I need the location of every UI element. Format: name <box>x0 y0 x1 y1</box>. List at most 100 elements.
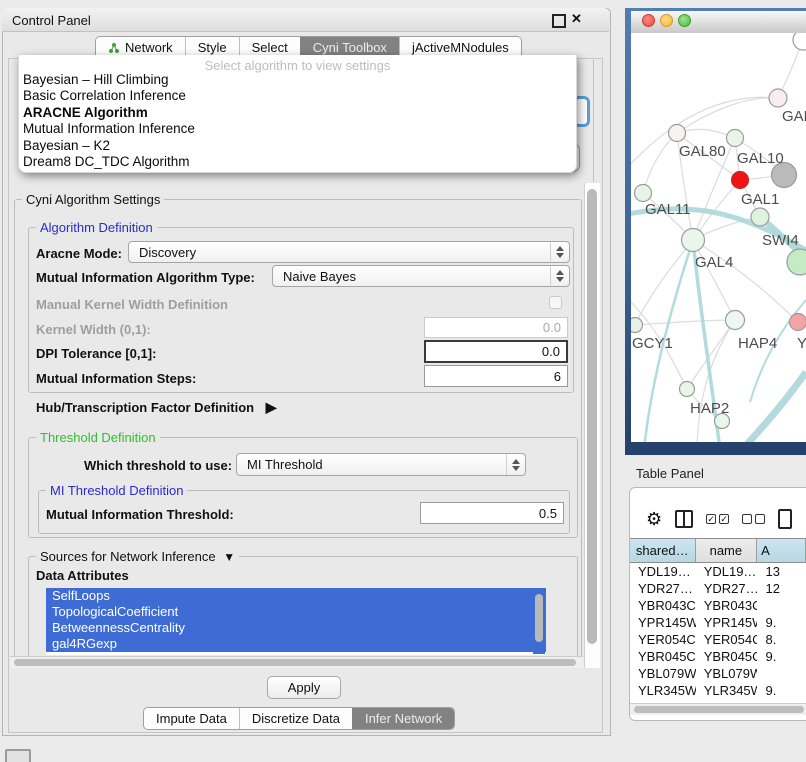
algorithm-dropdown-popup: Select algorithm to view settings Bayesi… <box>18 55 577 173</box>
attribute-list-item[interactable]: SelfLoops <box>46 588 546 604</box>
show-columns-icon[interactable]: ✓✓ <box>706 514 729 524</box>
table-column-header[interactable]: A <box>757 538 806 563</box>
table-row[interactable]: YDL19…YDL19…13 <box>630 563 806 580</box>
table-cell: YLR345W <box>696 683 758 698</box>
network-canvas[interactable]: GALGAL80GAL10GAL11GAL1GAL4SWI4GCY1HAP4YH… <box>631 33 806 442</box>
network-node[interactable] <box>751 208 769 226</box>
combo-stepper-icon <box>550 242 569 262</box>
network-node[interactable] <box>727 130 744 147</box>
dpi-tolerance-label: DPI Tolerance [0,1]: <box>36 346 156 361</box>
table-column-header[interactable]: name <box>696 538 758 563</box>
table-row[interactable]: YDR27…YDR27…12 <box>630 580 806 597</box>
table-row[interactable]: YBR045CYBR045C9. <box>630 648 806 665</box>
network-node[interactable] <box>726 311 745 330</box>
tab-label: Select <box>252 40 288 55</box>
table-row[interactable]: YBL079WYBL079W <box>630 665 806 682</box>
attributes-scrollbar[interactable] <box>533 589 545 654</box>
table-row[interactable]: YER054CYER054C8. <box>630 631 806 648</box>
tab-label: Cyni Toolbox <box>313 40 387 55</box>
table-cell: YDL19… <box>630 564 696 579</box>
table-body: YDL19…YDL19…13YDR27…YDR27…12YBR043CYBR04… <box>630 563 806 703</box>
close-icon[interactable]: ✕ <box>571 11 582 27</box>
network-node-label: GAL10 <box>737 150 784 167</box>
table-column-header[interactable]: shared… <box>630 538 696 563</box>
dropdown-placeholder: Select algorithm to view settings <box>19 55 576 72</box>
control-panel-titlebar[interactable] <box>2 8 609 32</box>
table-cell: YBL079W <box>696 666 758 681</box>
table-cell: 9. <box>757 615 806 630</box>
dpi-tolerance-input[interactable]: 0.0 <box>424 340 568 363</box>
apply-button-label: Apply <box>288 680 321 695</box>
kernel-width-input[interactable]: 0.0 <box>424 317 568 338</box>
network-window-titlebar[interactable] <box>631 11 806 34</box>
window-close-icon[interactable] <box>642 14 655 27</box>
network-node[interactable] <box>631 318 643 333</box>
table-cell: YBR045C <box>630 649 696 664</box>
window-minimize-icon[interactable] <box>660 14 673 27</box>
mi-threshold-input[interactable]: 0.5 <box>420 502 564 524</box>
collapse-arrow-icon: ▼ <box>223 550 235 564</box>
mi-type-select[interactable]: Naive Bayes <box>272 265 570 287</box>
tab-discretize-data[interactable]: Discretize Data <box>239 708 352 729</box>
attribute-list-item[interactable]: TopologicalCoefficient <box>46 604 546 620</box>
float-window-icon[interactable] <box>552 14 566 28</box>
table-cell: YER054C <box>696 632 758 647</box>
hide-columns-icon[interactable] <box>742 514 765 524</box>
network-node[interactable] <box>787 249 806 275</box>
dropdown-option[interactable]: Mutual Information Inference <box>19 121 576 137</box>
dropdown-option[interactable]: Basic Correlation Inference <box>19 88 576 104</box>
dropdown-option[interactable]: ARACNE Algorithm <box>19 105 576 121</box>
table-row[interactable]: YBR043CYBR043C <box>630 597 806 614</box>
table-hscrollbar[interactable] <box>630 703 806 715</box>
settings-scrollbar[interactable] <box>584 183 600 668</box>
network-node[interactable] <box>635 185 652 202</box>
mi-steps-input[interactable]: 6 <box>424 365 568 387</box>
data-attributes-label: Data Attributes <box>36 568 129 583</box>
network-node[interactable] <box>682 229 705 252</box>
network-node[interactable] <box>790 314 806 331</box>
table-cell: YER054C <box>630 632 696 647</box>
dropdown-option[interactable]: Bayesian – K2 <box>19 138 576 154</box>
aracne-mode-value: Discovery <box>129 245 196 260</box>
gear-icon[interactable]: ⚙ <box>646 510 662 528</box>
network-node[interactable] <box>769 89 787 107</box>
network-node[interactable] <box>732 172 749 189</box>
expand-arrow-icon: ▶ <box>266 399 277 415</box>
network-node[interactable] <box>669 125 686 142</box>
table-row[interactable]: YPR145WYPR145W9. <box>630 614 806 631</box>
attribute-list-item[interactable]: BetweennessCentrality <box>46 620 546 636</box>
split-columns-icon[interactable] <box>675 510 693 528</box>
network-node-label: Y <box>797 335 806 352</box>
which-threshold-select[interactable]: MI Threshold <box>236 453 526 476</box>
manual-kernel-checkbox[interactable] <box>549 296 562 309</box>
dropdown-option[interactable]: Dream8 DC_TDC Algorithm <box>19 154 576 170</box>
aracne-mode-select[interactable]: Discovery <box>128 241 570 263</box>
attribute-list-item[interactable]: gal4RGexp <box>46 636 546 652</box>
sources-group-title[interactable]: Sources for Network Inference ▼ <box>36 549 239 564</box>
network-node[interactable] <box>680 382 695 397</box>
dropdown-option[interactable]: Bayesian – Hill Climbing <box>19 72 576 88</box>
tab-infer-network[interactable]: Infer Network <box>352 708 454 729</box>
table-cell: YPR145W <box>696 615 758 630</box>
collapsed-panel-button[interactable] <box>5 749 31 762</box>
settings-hscrollbar[interactable] <box>10 656 583 668</box>
hub-definition-expander[interactable]: Hub/Transcription Factor Definition ▶ <box>36 399 277 416</box>
dpi-tolerance-value: 0.0 <box>542 344 560 359</box>
window-zoom-icon[interactable] <box>678 14 691 27</box>
table-cell: 9. <box>757 649 806 664</box>
network-node[interactable] <box>793 33 806 50</box>
page-icon[interactable] <box>778 509 792 529</box>
combo-stepper-icon <box>506 454 525 475</box>
tab-label: Style <box>198 40 227 55</box>
table-cell: YPR145W <box>630 615 696 630</box>
apply-button[interactable]: Apply <box>267 676 341 699</box>
network-edge <box>635 240 693 325</box>
tab-impute-data[interactable]: Impute Data <box>144 708 239 729</box>
aracne-mode-label: Aracne Mode: <box>36 246 122 261</box>
table-cell: 9. <box>757 683 806 698</box>
mi-threshold-label: Mutual Information Threshold: <box>46 507 234 522</box>
table-cell: YBR043C <box>630 598 696 613</box>
table-row[interactable]: YLR345WYLR345W9. <box>630 682 806 699</box>
data-attributes-list[interactable]: SelfLoopsTopologicalCoefficientBetweenne… <box>46 588 546 655</box>
tab-label: Impute Data <box>156 711 227 726</box>
